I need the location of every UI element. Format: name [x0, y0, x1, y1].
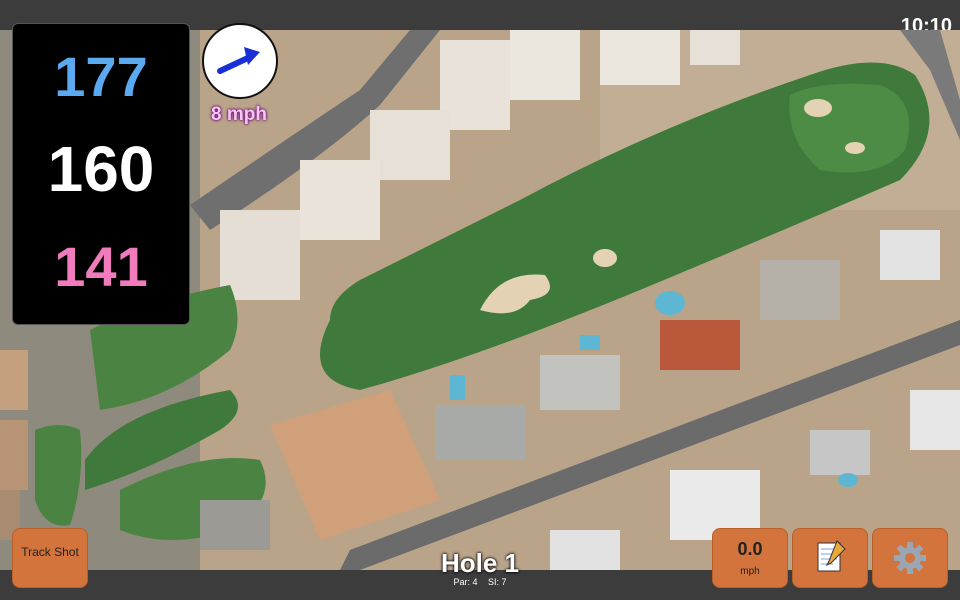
settings-button[interactable] [872, 528, 948, 588]
distance-back: 177 [54, 45, 148, 108]
distance-middle: 160 [47, 133, 155, 205]
speed-button[interactable]: 0.0 mph [712, 528, 788, 588]
notepad-icon [817, 540, 846, 572]
track-shot-label: Track Shot [21, 545, 79, 559]
wind-indicator [202, 23, 278, 99]
hole-title: Hole 1 [440, 548, 520, 578]
hole-par: Par: 4 [453, 577, 478, 587]
wind-speed-label: 8 mph [211, 104, 267, 125]
notes-button[interactable] [792, 528, 868, 588]
track-shot-button[interactable]: Track Shot [12, 528, 88, 588]
distance-front: 141 [54, 235, 148, 298]
hole-si: SI: 7 [488, 577, 507, 587]
hole-info: Par: 4 SI: 7 [380, 577, 580, 587]
speed-value: 0.0 [737, 539, 763, 559]
wind-arrow-icon [217, 47, 260, 74]
speed-unit: mph [740, 566, 760, 577]
distance-panel: 177 160 141 [12, 23, 190, 325]
gear-icon [894, 542, 926, 574]
